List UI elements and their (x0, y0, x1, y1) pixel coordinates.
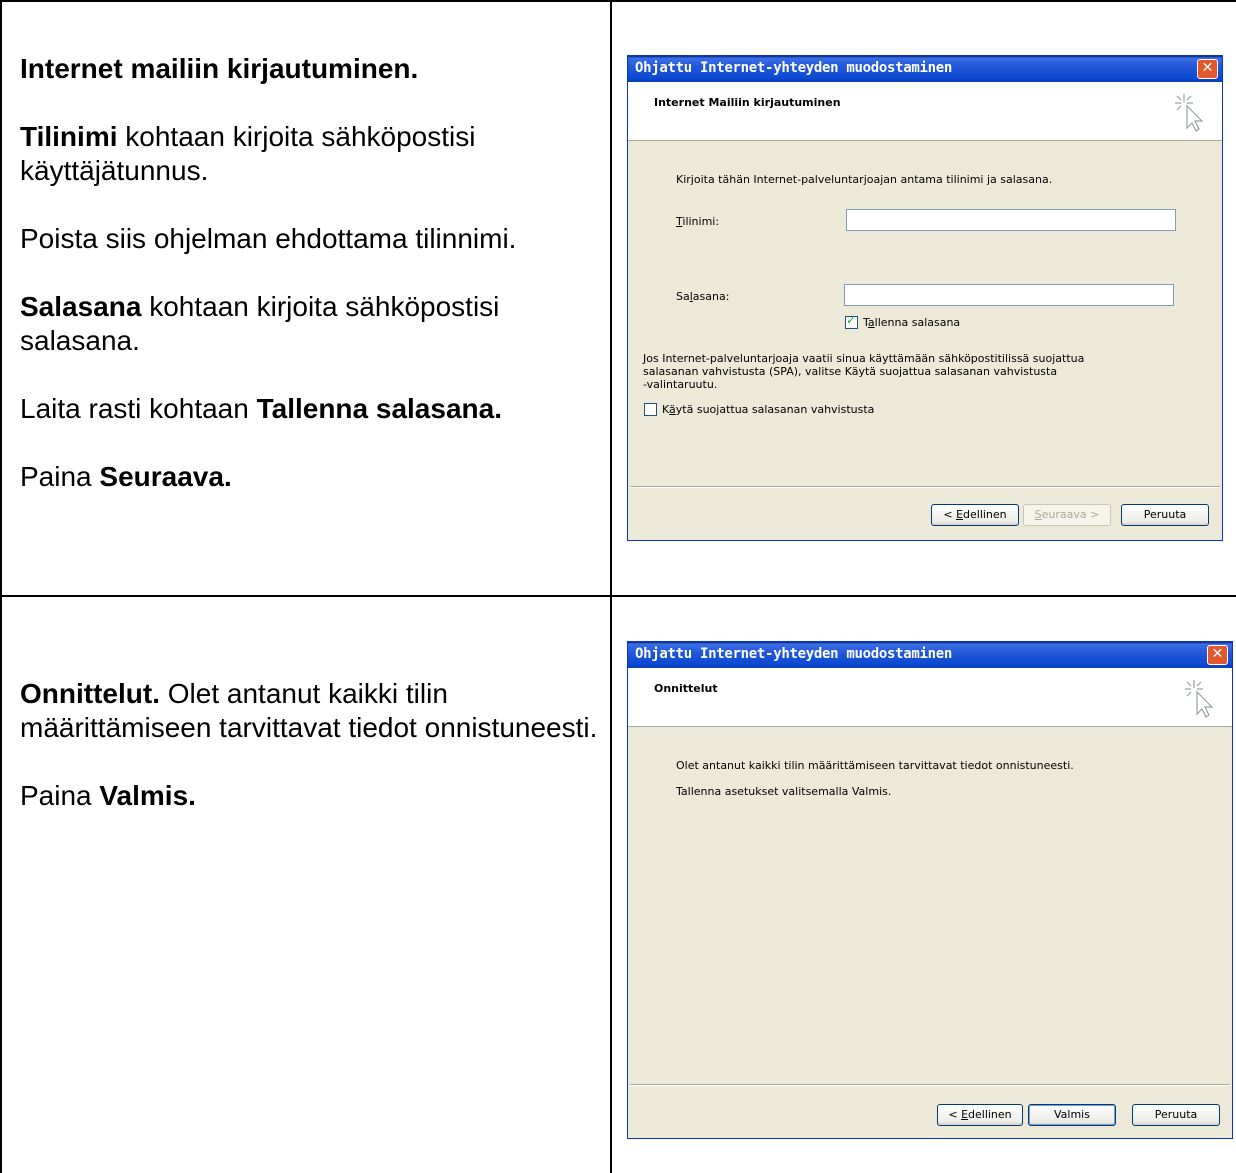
wizard-cursor-icon (1185, 680, 1214, 718)
wizard-cursor-icon (1175, 94, 1204, 132)
cancel-button[interactable]: Peruuta (1132, 1104, 1220, 1126)
table-border-top (0, 0, 1236, 2)
close-icon: ✕ (1201, 60, 1214, 76)
table-row-divider (0, 595, 1236, 597)
dialog-title: Ohjattu Internet-yhteyden muodostaminen (635, 646, 953, 662)
button-separator (630, 1084, 1230, 1086)
wizard-header-title: Onnittelut (654, 682, 718, 695)
back-button[interactable]: < Edellinen (931, 504, 1019, 526)
spa-info-line-3: -valintaruutu. (643, 378, 718, 391)
table-border-left (0, 0, 2, 1173)
password-label: Salasana: (676, 290, 730, 303)
wizard-header: Internet Mailiin kirjautuminen (628, 82, 1222, 141)
row1-step-password: Salasana kohtaan kirjoita sähköpostisi s… (20, 291, 500, 356)
account-input[interactable] (846, 209, 1176, 231)
row1-step-remove: Poista siis ohjelman ehdottama tilinnimi… (20, 223, 517, 254)
spa-checkbox[interactable] (644, 403, 657, 416)
finish-button[interactable]: Valmis (1028, 1104, 1116, 1126)
next-button[interactable]: Seuraava > (1023, 504, 1111, 526)
row1-step-save: Laita rasti kohtaan Tallenna salasana. (20, 393, 502, 424)
row2-step-finish: Paina Valmis. (20, 780, 196, 811)
spa-info-line-2: salasanan vahvistusta (SPA), valitse Käy… (643, 365, 1058, 378)
login-wizard-dialog: Ohjattu Internet-yhteyden muodostaminen … (627, 55, 1223, 541)
row1-instructions: Internet mailiin kirjautuminen. Tilinimi… (20, 52, 600, 494)
row2-step-congrats: Onnittelut. Olet antanut kaikki tilin mä… (20, 678, 598, 743)
save-password-label[interactable]: Tallenna salasana (863, 316, 960, 329)
wizard-header-title: Internet Mailiin kirjautuminen (654, 96, 841, 109)
title-bar[interactable]: Ohjattu Internet-yhteyden muodostaminen … (628, 642, 1232, 668)
close-button[interactable]: ✕ (1207, 645, 1228, 665)
row1-step-account: Tilinimi kohtaan kirjoita sähköpostisi k… (20, 121, 476, 186)
account-label: Tilinimi: (676, 215, 720, 228)
row2-instructions: Onnittelut. Olet antanut kaikki tilin mä… (20, 677, 600, 813)
cancel-button[interactable]: Peruuta (1121, 504, 1209, 526)
back-button[interactable]: < Edellinen (937, 1104, 1023, 1126)
spa-info-line-1: Jos Internet-palveluntarjoaja vaatii sin… (643, 352, 1085, 365)
dialog-title: Ohjattu Internet-yhteyden muodostaminen (635, 60, 953, 76)
table-column-divider (610, 0, 612, 1173)
spa-checkbox-label[interactable]: Käytä suojattua salasanan vahvistusta (662, 403, 874, 416)
checkmark-icon: ✓ (846, 313, 857, 327)
intro-text: Kirjoita tähän Internet-palveluntarjoaja… (676, 173, 1053, 186)
title-bar[interactable]: Ohjattu Internet-yhteyden muodostaminen … (628, 56, 1222, 82)
password-input[interactable] (844, 284, 1174, 306)
row1-heading: Internet mailiin kirjautuminen. (20, 53, 419, 84)
close-icon: ✕ (1211, 646, 1224, 662)
row1-step-next: Paina Seuraava. (20, 461, 232, 492)
save-password-checkbox[interactable]: ✓ (845, 313, 858, 329)
wizard-header: Onnittelut (628, 668, 1232, 727)
finish-wizard-dialog: Ohjattu Internet-yhteyden muodostaminen … (627, 641, 1233, 1139)
save-settings-text: Tallenna asetukset valitsemalla Valmis. (676, 785, 892, 798)
close-button[interactable]: ✕ (1197, 59, 1218, 79)
congrats-text: Olet antanut kaikki tilin määrittämiseen… (676, 759, 1074, 772)
button-separator (630, 486, 1220, 488)
